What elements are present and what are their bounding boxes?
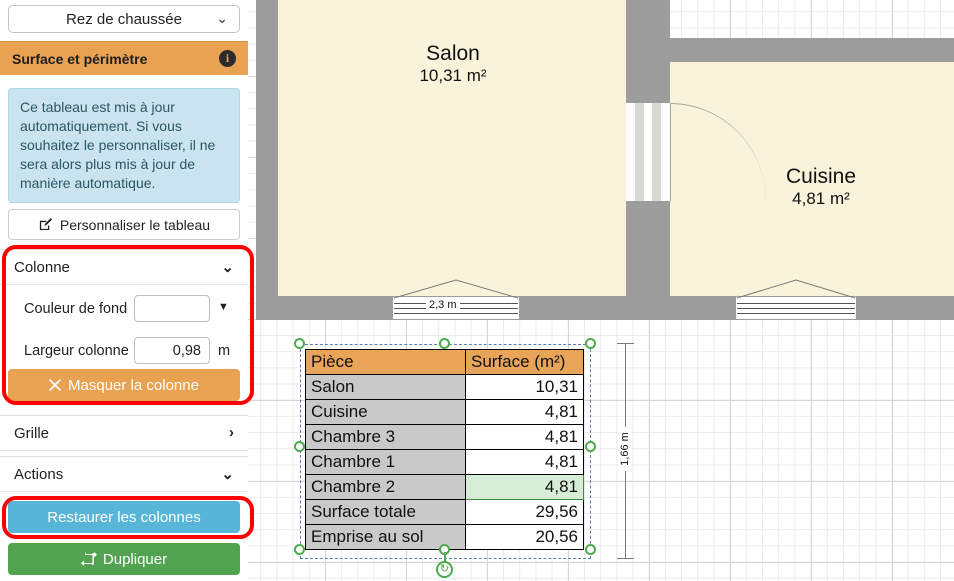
window-cuisine-leader-lines — [735, 277, 860, 299]
table-cell-value[interactable]: 20,56 — [466, 525, 584, 550]
largeur-colonne-input[interactable]: 0,98 — [134, 337, 210, 364]
chevron-down-icon: ⌄ — [221, 258, 234, 276]
restaurer-les-colonnes-button[interactable]: Restaurer les colonnes — [8, 501, 240, 533]
table-cell-value[interactable]: 4,81 — [466, 400, 584, 425]
table-cell-label[interactable]: Chambre 1 — [306, 450, 466, 475]
table-header-cell-1[interactable]: Surface (m²) — [466, 350, 584, 375]
panel-title: Surface et périmètre — [12, 51, 147, 67]
dupliquer-button[interactable]: Dupliquer — [8, 543, 240, 575]
table-cell-value[interactable]: 4,81 — [466, 475, 584, 500]
section-actions[interactable]: Actions ⌄ — [0, 456, 248, 492]
dim-line-salon-c — [394, 313, 518, 314]
customize-table-label: Personnaliser le tableau — [60, 217, 210, 233]
room-name-salon: Salon — [388, 42, 518, 66]
wall-left[interactable] — [256, 0, 278, 298]
table-cell-label[interactable]: Surface totale — [306, 500, 466, 525]
info-icon[interactable]: i — [219, 50, 236, 67]
section-grille[interactable]: Grille › — [0, 415, 248, 451]
room-name-cuisine: Cuisine — [756, 165, 886, 189]
dim-line-cuisine-b — [737, 308, 855, 309]
table-header-row: PièceSurface (m²) — [306, 350, 584, 375]
floor-select-value: Rez de chaussée — [66, 11, 182, 28]
table-cell-label[interactable]: Chambre 2 — [306, 475, 466, 500]
door-opening[interactable] — [626, 103, 670, 201]
couleur-de-fond-swatch[interactable] — [134, 295, 210, 322]
resize-handle-br[interactable] — [585, 544, 596, 555]
resize-handle-ml[interactable] — [294, 441, 305, 452]
section-colonne-label: Colonne — [14, 259, 70, 276]
table-row[interactable]: Chambre 24,81 — [306, 475, 584, 500]
section-grille-label: Grille — [14, 425, 49, 442]
table-cell-value[interactable]: 10,31 — [466, 375, 584, 400]
chevron-right-icon: › — [229, 424, 234, 441]
room-label-cuisine: Cuisine 4,81 m² — [756, 165, 886, 209]
dupliquer-label: Dupliquer — [103, 551, 167, 568]
customize-table-button[interactable]: Personnaliser le tableau — [8, 209, 240, 240]
table-cell-value[interactable]: 4,81 — [466, 425, 584, 450]
room-label-salon: Salon 10,31 m² — [388, 42, 518, 86]
chevron-down-icon: ⌄ — [216, 10, 228, 27]
dimension-label-salon: 2,3 m — [426, 299, 460, 311]
table-cell-value[interactable]: 4,81 — [466, 450, 584, 475]
table-row[interactable]: Chambre 14,81 — [306, 450, 584, 475]
auto-update-note: Ce tableau est mis à jour automatiquemen… — [8, 88, 240, 203]
sidebar: Rez de chaussée ⌄ Surface et périmètre i… — [0, 0, 248, 581]
largeur-colonne-label: Largeur colonne — [24, 343, 129, 359]
floorplan-canvas[interactable]: 2,3 m Salon 10,31 m² Cuisine 4,81 m² Piè… — [248, 0, 954, 581]
largeur-colonne-unit: m — [218, 343, 230, 359]
resize-handle-mr[interactable] — [585, 441, 596, 452]
vdim-tick-bottom — [617, 558, 634, 559]
table-header-cell-0[interactable]: Pièce — [306, 350, 466, 375]
floor-select[interactable]: Rez de chaussée ⌄ — [8, 5, 240, 33]
panel-header-surface-perimetre[interactable]: Surface et périmètre i — [0, 41, 248, 75]
surface-table[interactable]: PièceSurface (m²)Salon10,31Cuisine4,81Ch… — [305, 349, 584, 550]
wall-cuisine-top[interactable] — [648, 38, 954, 62]
resize-handle-bl[interactable] — [294, 544, 305, 555]
caret-down-icon[interactable]: ▼ — [218, 301, 229, 313]
couleur-de-fond-label: Couleur de fond — [24, 301, 127, 317]
room-area-cuisine: 4,81 m² — [756, 189, 886, 209]
resize-handle-tl[interactable] — [294, 338, 305, 349]
vdim-tick-top — [617, 343, 634, 344]
close-x-icon — [49, 379, 61, 391]
table-row[interactable]: Salon10,31 — [306, 375, 584, 400]
table-cell-value[interactable]: 29,56 — [466, 500, 584, 525]
restaurer-les-colonnes-label: Restaurer les colonnes — [47, 509, 200, 526]
vertical-dimension: 1,66 m — [605, 343, 645, 559]
table-cell-label[interactable]: Cuisine — [306, 400, 466, 425]
masquer-la-colonne-button[interactable]: Masquer la colonne — [8, 369, 240, 401]
door-leaf-2 — [652, 103, 661, 201]
field-row-largeur-colonne: Largeur colonne 0,98 m — [0, 333, 248, 369]
section-actions-label: Actions — [14, 466, 63, 483]
window-leader-lines — [392, 277, 522, 299]
rotate-handle[interactable]: ↻ — [436, 561, 453, 578]
surface-table-object[interactable]: PièceSurface (m²)Salon10,31Cuisine4,81Ch… — [305, 349, 584, 550]
edit-pencil-square-icon — [38, 217, 53, 232]
table-row[interactable]: Cuisine4,81 — [306, 400, 584, 425]
table-cell-label[interactable]: Salon — [306, 375, 466, 400]
dim-line-cuisine-c — [737, 313, 855, 314]
dim-line-cuisine-a — [737, 303, 855, 304]
table-row[interactable]: Surface totale29,56 — [306, 500, 584, 525]
duplicate-arrows-icon — [81, 552, 97, 566]
table-cell-label[interactable]: Chambre 3 — [306, 425, 466, 450]
room-area-salon: 10,31 m² — [388, 66, 518, 86]
resize-handle-tr[interactable] — [585, 338, 596, 349]
chevron-down-icon: ⌄ — [221, 465, 234, 483]
door-leaf — [635, 103, 644, 201]
resize-handle-tc[interactable] — [439, 338, 450, 349]
vertical-dimension-label: 1,66 m — [619, 427, 631, 471]
section-colonne[interactable]: Colonne ⌄ — [0, 249, 248, 285]
table-row[interactable]: Chambre 34,81 — [306, 425, 584, 450]
app-root: 2,3 m Salon 10,31 m² Cuisine 4,81 m² Piè… — [0, 0, 954, 581]
masquer-la-colonne-label: Masquer la colonne — [68, 377, 199, 394]
field-row-couleur-de-fond: Couleur de fond ▼ — [0, 291, 248, 327]
